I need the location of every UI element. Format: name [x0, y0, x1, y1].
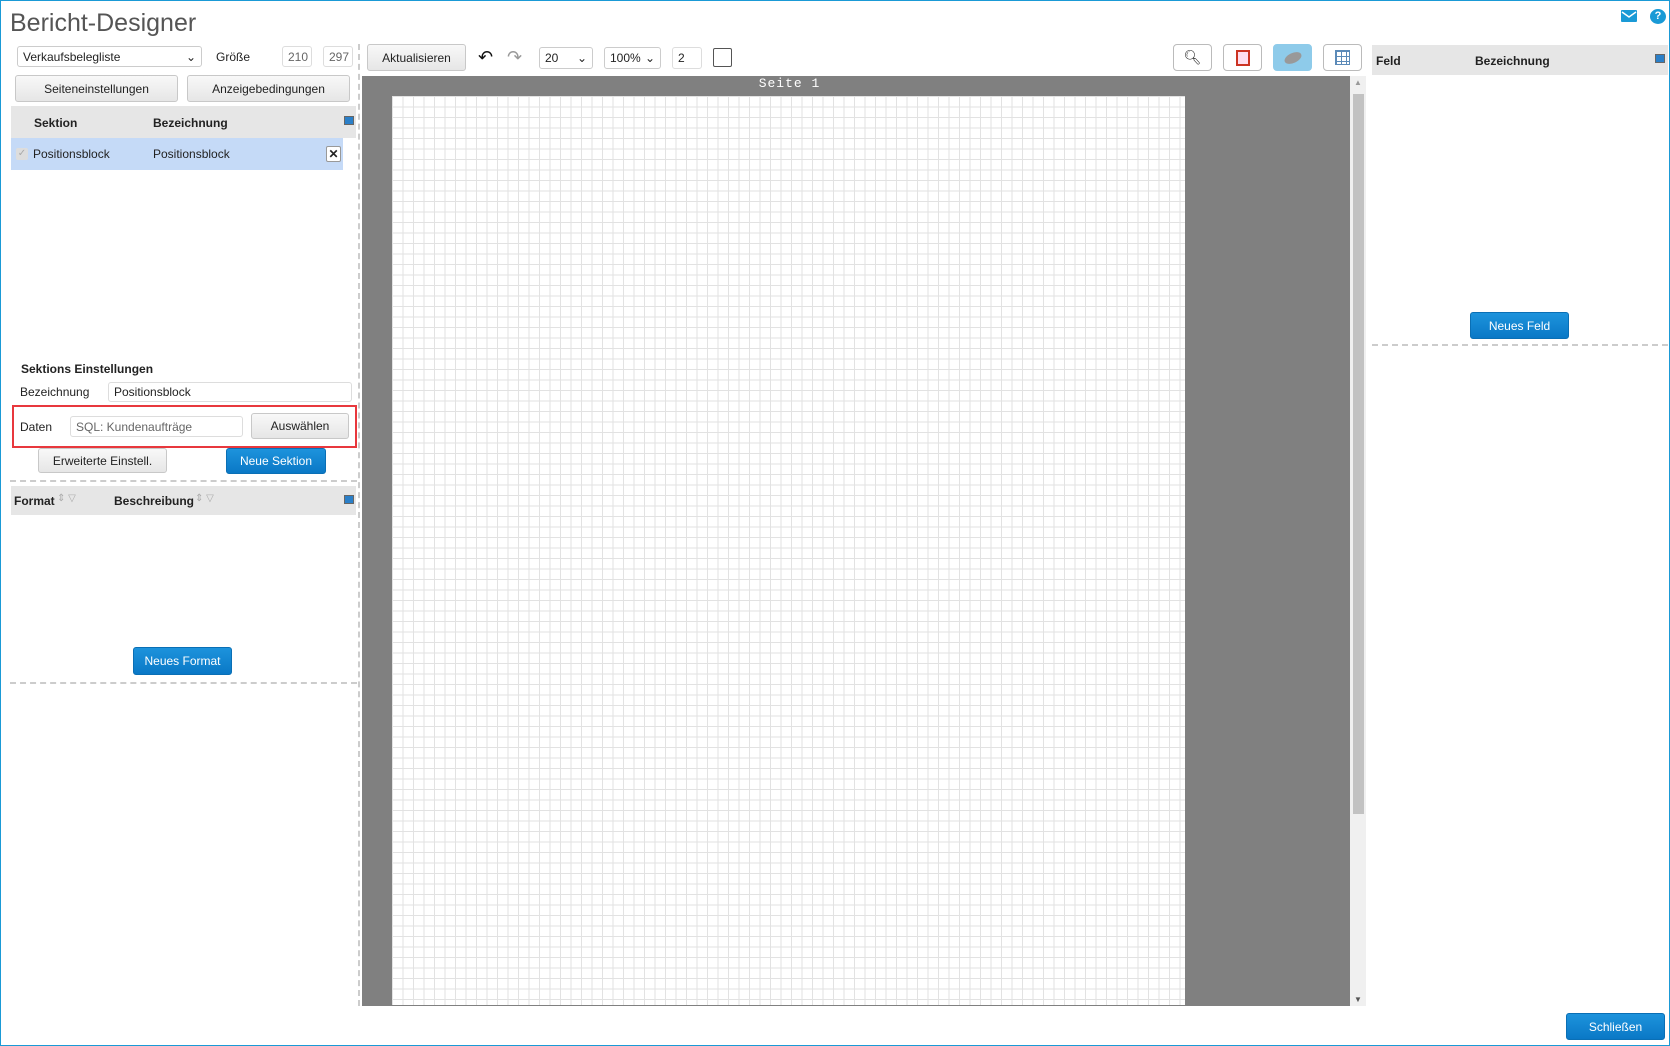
preview-button[interactable]: 🔍︎ — [1173, 44, 1212, 71]
select-mode-button[interactable] — [1273, 44, 1312, 71]
grid-size-select[interactable]: 20 ⌄ — [539, 47, 593, 69]
mouse-icon — [1282, 49, 1303, 66]
advanced-settings-button[interactable]: Erweiterte Einstell. — [38, 448, 167, 473]
scroll-up-icon[interactable]: ▲ — [1354, 78, 1362, 87]
delete-icon[interactable]: ✕ — [326, 146, 341, 162]
grid-button[interactable] — [1323, 44, 1362, 71]
row-checkbox[interactable]: ✓ — [16, 148, 28, 160]
zoom-select[interactable]: 100% ⌄ — [604, 47, 661, 69]
scrollbar-thumb[interactable] — [1353, 94, 1364, 814]
undo-icon[interactable]: ↶ — [478, 47, 493, 68]
report-page[interactable] — [392, 96, 1185, 1005]
mail-icon[interactable] — [1621, 10, 1637, 22]
sort-filter-icon[interactable]: ⇕ ▽ — [57, 493, 76, 504]
canvas-scrollbar[interactable]: ▲ ▼ — [1350, 76, 1366, 1006]
refresh-button[interactable]: Aktualisieren — [367, 44, 466, 71]
help-icon[interactable]: ? — [1650, 9, 1666, 24]
divider — [1372, 344, 1668, 346]
width-input[interactable]: 210 — [282, 46, 312, 67]
new-section-button[interactable]: Neue Sektion — [226, 448, 326, 474]
page-input[interactable]: 2 — [672, 47, 702, 69]
close-button[interactable]: Schließen — [1566, 1013, 1665, 1040]
new-format-button[interactable]: Neues Format — [133, 647, 232, 675]
grid-size-value: 20 — [545, 51, 559, 65]
section-settings-title: Sektions Einstellungen — [21, 362, 154, 376]
col-format[interactable]: Format — [14, 494, 55, 508]
sections-table-header: Sektion Bezeichnung — [11, 106, 356, 138]
toggle-checkbox[interactable] — [713, 48, 732, 67]
chevron-down-icon: ⌄ — [644, 51, 655, 65]
page-settings-button[interactable]: Seiteneinstellungen — [15, 75, 178, 102]
col-field[interactable]: Feld — [1376, 54, 1401, 68]
divider — [10, 682, 357, 684]
chevron-down-icon: ⌄ — [576, 51, 587, 65]
page-label: Seite 1 — [758, 76, 821, 91]
name-label: Bezeichnung — [20, 385, 90, 399]
size-label: Größe — [216, 50, 251, 64]
col-name[interactable]: Bezeichnung — [153, 116, 228, 130]
divider — [10, 480, 357, 482]
display-conditions-button[interactable]: Anzeigebedingungen — [187, 75, 350, 102]
column-chooser-icon[interactable] — [344, 495, 354, 504]
col-section[interactable]: Sektion — [34, 116, 77, 130]
data-source-input[interactable]: SQL: Kundenaufträge — [70, 416, 243, 437]
name-cell: Positionsblock — [153, 147, 230, 161]
column-chooser-icon[interactable] — [344, 116, 354, 125]
report-select-value: Verkaufsbelegliste — [23, 49, 121, 64]
fields-table-header: Feld Bezeichnung — [1372, 45, 1668, 75]
section-cell: Positionsblock — [33, 147, 110, 161]
select-data-button[interactable]: Auswählen — [251, 413, 349, 439]
zoom-value: 100% — [610, 51, 641, 65]
data-label: Daten — [20, 420, 53, 434]
chevron-down-icon: ⌄ — [185, 49, 196, 64]
grid-icon — [1335, 50, 1350, 65]
sort-filter-icon[interactable]: ⇕ ▽ — [195, 493, 214, 504]
pdf-button[interactable] — [1223, 44, 1262, 71]
table-row[interactable]: ✓ Positionsblock Positionsblock ✕ — [11, 138, 343, 170]
formats-table-header: Format ⇕ ▽ Beschreibung ⇕ ▽ — [11, 486, 356, 515]
report-select[interactable]: Verkaufsbelegliste ⌄ — [17, 46, 202, 67]
redo-icon[interactable]: ↷ — [507, 47, 522, 68]
height-input[interactable]: 297 — [323, 46, 353, 67]
new-field-button[interactable]: Neues Feld — [1470, 312, 1569, 339]
column-chooser-icon[interactable] — [1655, 54, 1665, 63]
page-title: Bericht-Designer — [10, 9, 197, 37]
pdf-icon — [1235, 49, 1250, 66]
name-input[interactable]: Positionsblock — [108, 382, 352, 402]
col-description[interactable]: Beschreibung — [114, 494, 194, 508]
col-name[interactable]: Bezeichnung — [1475, 54, 1550, 68]
magnifier-icon: 🔍︎ — [1183, 49, 1202, 65]
panel-divider[interactable] — [358, 44, 360, 1006]
scroll-down-icon[interactable]: ▼ — [1354, 995, 1362, 1004]
